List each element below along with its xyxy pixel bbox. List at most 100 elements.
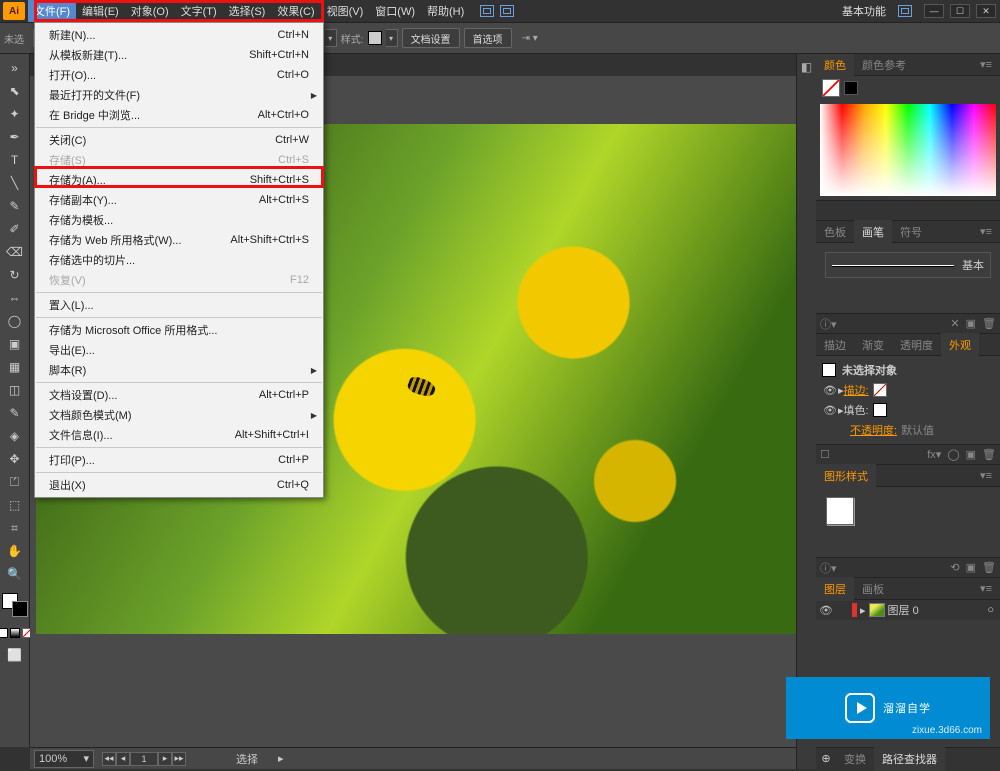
close-window-button[interactable]: ✕: [976, 4, 996, 18]
opacity-drop[interactable]: ▾: [325, 29, 337, 47]
panel-menu-icon[interactable]: ▾≡: [972, 54, 1000, 75]
eraser-tool[interactable]: ⌫: [3, 242, 27, 262]
file-menu-item-10[interactable]: 存储为模板...: [35, 210, 323, 230]
gradient-tool[interactable]: ◫: [3, 380, 27, 400]
gstyle-menu-icon[interactable]: ▾≡: [972, 465, 1000, 486]
file-menu-item-12[interactable]: 存储选中的切片...: [35, 250, 323, 270]
magic-wand-tool[interactable]: ✦: [3, 104, 27, 124]
file-menu-item-19[interactable]: 脚本(R): [35, 360, 323, 380]
menu-file[interactable]: 文件(F): [28, 0, 76, 22]
tab-pathfinder[interactable]: 路径查找器: [874, 747, 945, 771]
artboard-nav[interactable]: ◂◂◂1▸▸▸: [102, 752, 186, 766]
spectrum-picker[interactable]: [820, 104, 996, 196]
color-mode-icon[interactable]: [0, 628, 8, 638]
remove-brush-icon[interactable]: ✕: [950, 317, 959, 330]
tab-swatches[interactable]: 色板: [816, 220, 854, 244]
tab-layers[interactable]: 图层: [816, 577, 854, 601]
tab-symbols[interactable]: 符号: [892, 220, 930, 244]
new-art-icon[interactable]: ☐: [820, 448, 830, 461]
graph-tool[interactable]: ⏍: [3, 472, 27, 492]
layer-menu-icon[interactable]: ▾≡: [972, 578, 1000, 599]
arrange-windows-icon[interactable]: [500, 5, 514, 17]
menu-help[interactable]: 帮助(H): [421, 0, 470, 22]
menu-effect[interactable]: 效果(C): [271, 0, 320, 22]
style-swatch[interactable]: [368, 31, 382, 45]
arrange-docs-icon[interactable]: [480, 5, 494, 17]
tab-transparency[interactable]: 透明度: [892, 333, 941, 357]
selection-tool[interactable]: ⬉: [3, 81, 27, 101]
color-stroke-swatch[interactable]: [844, 81, 858, 95]
new-brush-icon[interactable]: ▣: [966, 317, 976, 330]
expand-toolbar-icon[interactable]: »: [3, 58, 27, 78]
layer-name[interactable]: 图层 0: [888, 602, 919, 618]
symbol-spray-tool[interactable]: ✥: [3, 449, 27, 469]
align-icons[interactable]: ⇥ ▾: [522, 33, 538, 44]
transform-icon[interactable]: ⊕: [816, 752, 836, 765]
shape-builder-tool[interactable]: ◯: [3, 311, 27, 331]
blend-tool[interactable]: ◈: [3, 426, 27, 446]
menu-window[interactable]: 窗口(W): [369, 0, 421, 22]
brush-tool[interactable]: ✎: [3, 196, 27, 216]
layer-target-icon[interactable]: ○: [987, 604, 994, 616]
eye-stroke-icon[interactable]: 👁: [822, 384, 838, 397]
kuler-icon[interactable]: ◧: [801, 60, 812, 74]
workspace-switcher[interactable]: 基本功能: [836, 0, 892, 22]
tab-graphic-styles[interactable]: 图形样式: [816, 464, 876, 488]
file-menu-item-25[interactable]: 打印(P)...Ctrl+P: [35, 450, 323, 470]
tab-stroke[interactable]: 描边: [816, 333, 854, 357]
style-drop[interactable]: ▾: [386, 29, 398, 47]
file-menu-item-0[interactable]: 新建(N)...Ctrl+N: [35, 25, 323, 45]
file-menu-item-6[interactable]: 关闭(C)Ctrl+W: [35, 130, 323, 150]
stroke-color-icon[interactable]: [12, 601, 28, 617]
preferences-button[interactable]: 首选项: [464, 28, 512, 48]
layer-vis-icon[interactable]: 👁: [818, 604, 834, 617]
delete-brush-icon[interactable]: 🗑: [982, 317, 996, 330]
tab-color[interactable]: 颜色: [816, 53, 854, 77]
file-menu-item-3[interactable]: 最近打开的文件(F): [35, 85, 323, 105]
default-graphic-style[interactable]: [826, 497, 854, 525]
file-menu-item-4[interactable]: 在 Bridge 中浏览...Alt+Ctrl+O: [35, 105, 323, 125]
menu-edit[interactable]: 编辑(E): [76, 0, 125, 22]
file-menu-item-18[interactable]: 导出(E)...: [35, 340, 323, 360]
tab-artboards[interactable]: 画板: [854, 577, 892, 601]
artboard-tool[interactable]: ⬚: [3, 495, 27, 515]
tab-color-guide[interactable]: 颜色参考: [854, 53, 914, 77]
gradient-mode-icon[interactable]: [10, 628, 20, 638]
menu-type[interactable]: 文字(T): [175, 0, 223, 22]
pencil-tool[interactable]: ✐: [3, 219, 27, 239]
stroke-swatch-appear[interactable]: [873, 383, 887, 397]
brush-menu-icon[interactable]: ▾≡: [972, 221, 1000, 242]
fill-stroke-colors[interactable]: [2, 593, 28, 617]
eyedropper-tool[interactable]: ✎: [3, 403, 27, 423]
slice-tool[interactable]: ⌗: [3, 518, 27, 538]
basic-brush-row[interactable]: 基本: [825, 252, 991, 278]
perspective-tool[interactable]: ▣: [3, 334, 27, 354]
tab-brushes[interactable]: 画笔: [854, 220, 892, 244]
file-menu-item-9[interactable]: 存储副本(Y)...Alt+Ctrl+S: [35, 190, 323, 210]
file-menu-item-15[interactable]: 置入(L)...: [35, 295, 323, 315]
gstyle-lib-icon[interactable]: ⓘ▾: [820, 560, 837, 576]
file-menu-item-2[interactable]: 打开(O)...Ctrl+O: [35, 65, 323, 85]
file-menu-item-22[interactable]: 文档颜色模式(M): [35, 405, 323, 425]
file-menu-item-8[interactable]: 存储为(A)...Shift+Ctrl+S: [35, 170, 323, 190]
brush-lib-icon[interactable]: ⓘ▾: [820, 316, 837, 332]
rotate-tool[interactable]: ↻: [3, 265, 27, 285]
menu-object[interactable]: 对象(O): [125, 0, 175, 22]
hand-tool[interactable]: ✋: [3, 541, 27, 561]
menu-select[interactable]: 选择(S): [223, 0, 272, 22]
maximize-button[interactable]: ☐: [950, 4, 970, 18]
layer-row-0[interactable]: 👁 ▸ 图层 0 ○: [816, 600, 1000, 620]
zoom-field[interactable]: 100%▾: [34, 750, 94, 768]
tab-transform[interactable]: 变换: [836, 747, 874, 771]
minimize-button[interactable]: —: [924, 4, 944, 18]
layer-expand-icon[interactable]: ▸: [860, 604, 866, 617]
search-help-icon[interactable]: [898, 5, 912, 17]
tab-gradient[interactable]: 渐变: [854, 333, 892, 357]
line-tool[interactable]: ╲: [3, 173, 27, 193]
stroke-link[interactable]: 描边:: [844, 382, 869, 398]
file-menu-item-17[interactable]: 存储为 Microsoft Office 所用格式...: [35, 320, 323, 340]
mesh-tool[interactable]: ▦: [3, 357, 27, 377]
opacity-link[interactable]: 不透明度:: [850, 422, 897, 438]
color-fill-swatch[interactable]: [822, 79, 840, 97]
zoom-tool[interactable]: 🔍: [3, 564, 27, 584]
